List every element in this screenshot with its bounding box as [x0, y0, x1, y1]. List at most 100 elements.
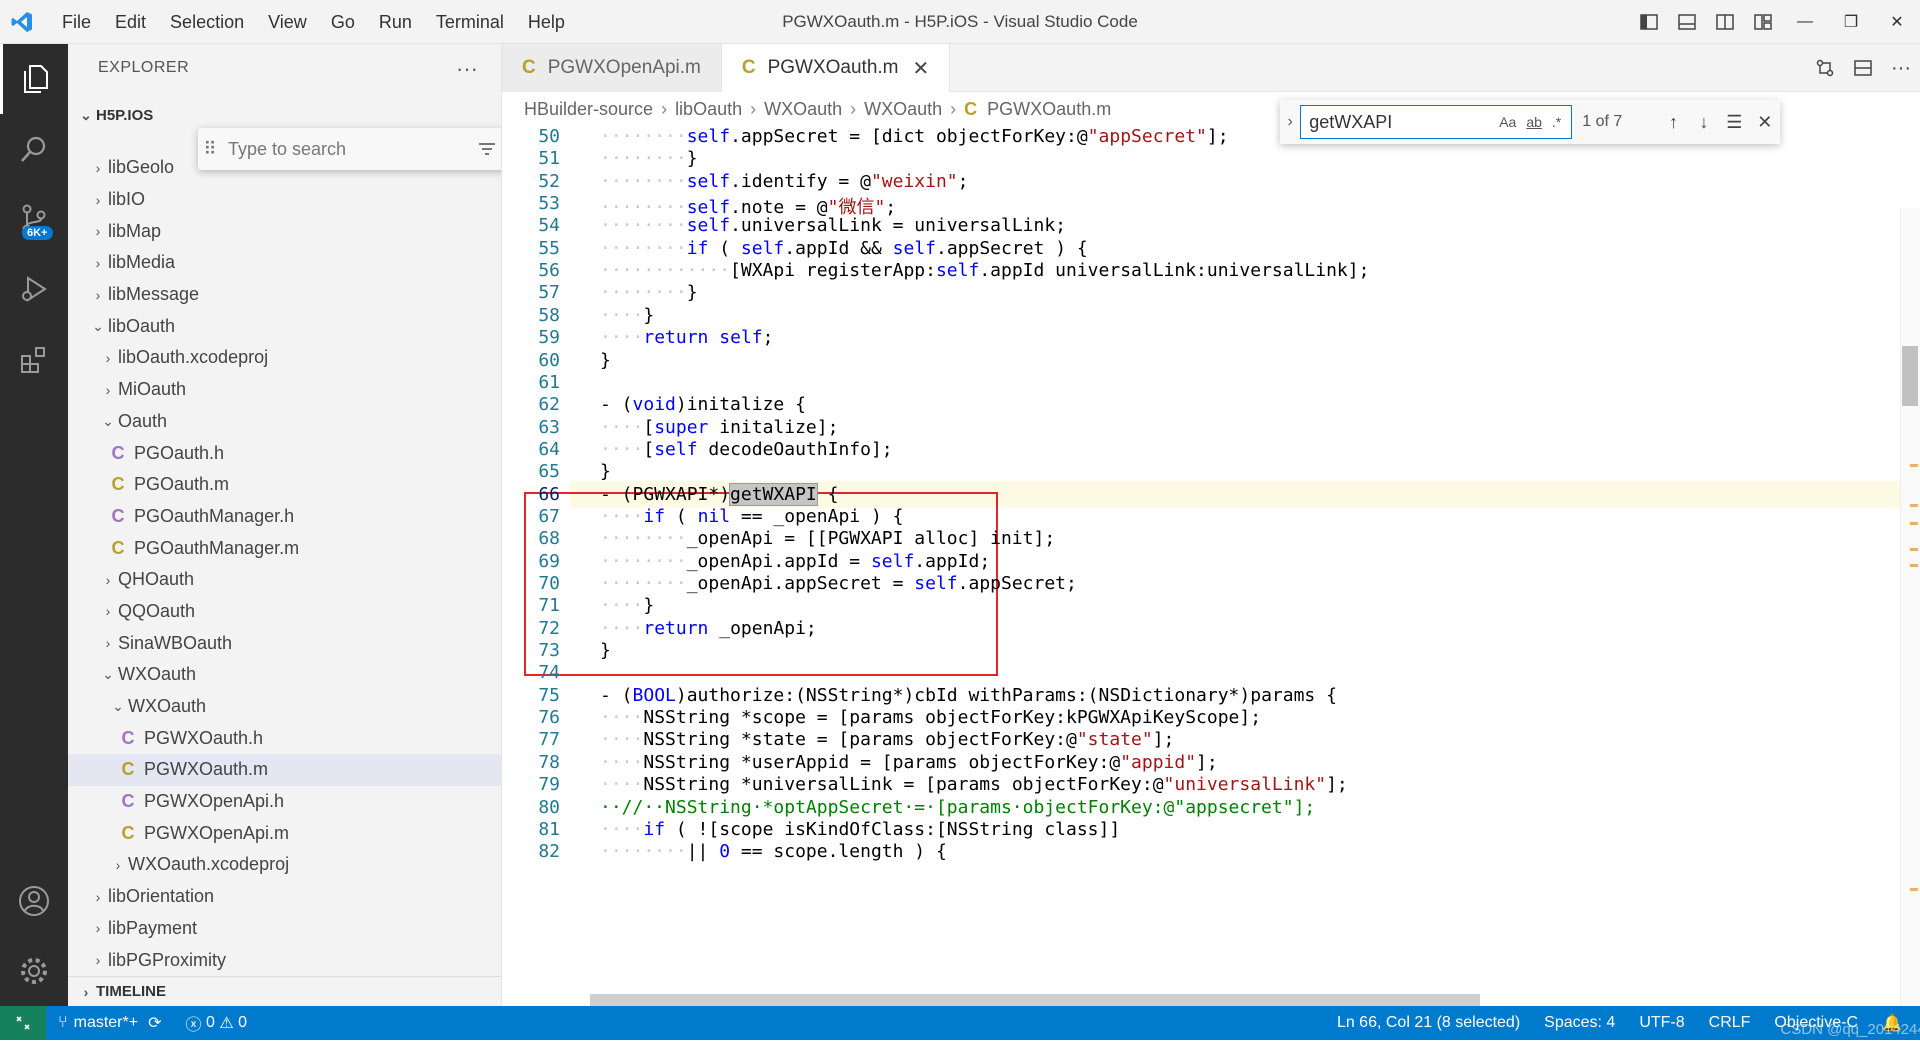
- code-line[interactable]: ········_openApi.appSecret = self.appSec…: [600, 573, 1077, 594]
- tab-pgwxopenapi[interactable]: C PGWXOpenApi.m: [502, 44, 722, 92]
- language-mode[interactable]: Objective-C CSDN @qq_20142447: [1762, 1013, 1920, 1038]
- code-line[interactable]: ········_openApi = [[PGWXAPI alloc] init…: [600, 528, 1055, 549]
- workspace-section[interactable]: ⌄ H5P.IOS: [68, 100, 501, 130]
- source-control-icon[interactable]: 6K+: [0, 184, 68, 254]
- breadcrumb-item[interactable]: PGWXOauth.m: [987, 99, 1111, 120]
- tree-folder[interactable]: ⌄ WXOauth: [68, 659, 501, 691]
- code-line[interactable]: ········self.appSecret = [dict objectFor…: [600, 126, 1229, 147]
- code-line[interactable]: ····}: [600, 305, 654, 326]
- code-line[interactable]: }: [600, 350, 611, 371]
- tree-file[interactable]: C PGWXOpenApi.m: [68, 817, 501, 849]
- customize-layout-icon[interactable]: [1744, 0, 1782, 44]
- tree-file[interactable]: C PGOauth.m: [68, 469, 501, 501]
- tree-folder[interactable]: ⌄ Oauth: [68, 406, 501, 438]
- line-ending[interactable]: CRLF: [1697, 1013, 1763, 1033]
- split-editor-icon[interactable]: [1844, 46, 1882, 90]
- cursor-position[interactable]: Ln 66, Col 21 (8 selected): [1325, 1013, 1532, 1033]
- match-word-toggle[interactable]: ab: [1526, 114, 1542, 130]
- code-line[interactable]: ········_openApi.appId = self.appId;: [600, 551, 990, 572]
- horizontal-scrollbar[interactable]: [590, 994, 1480, 1006]
- tab-pgwxoauth[interactable]: C PGWXOauth.m ✕: [721, 44, 951, 92]
- code-line[interactable]: ····if ( ![scope isKindOfClass:[NSString…: [600, 819, 1120, 840]
- more-actions-icon[interactable]: ···: [456, 56, 478, 82]
- indentation[interactable]: Spaces: 4: [1532, 1013, 1627, 1033]
- code-line[interactable]: - (void)initalize {: [600, 394, 806, 415]
- compare-changes-icon[interactable]: [1806, 46, 1844, 90]
- code-line[interactable]: }: [600, 640, 611, 661]
- tree-file[interactable]: C PGWXOpenApi.h: [68, 786, 501, 818]
- search-icon[interactable]: [0, 114, 68, 184]
- code-line[interactable]: ····NSString *userAppid = [params object…: [600, 752, 1218, 773]
- tree-folder[interactable]: › QQOauth: [68, 596, 501, 628]
- code-line[interactable]: ····if ( nil == _openApi ) {: [600, 506, 903, 527]
- tree-folder[interactable]: › libMessage: [68, 279, 501, 311]
- code-line[interactable]: }: [600, 461, 611, 482]
- tree-folder[interactable]: › libMap: [68, 215, 501, 247]
- branch-indicator[interactable]: ⑂ master*+ ⟳: [46, 1013, 173, 1033]
- code-line[interactable]: ········|| 0 == scope.length ) {: [600, 841, 947, 862]
- restore-button[interactable]: ❐: [1828, 0, 1874, 44]
- code-line[interactable]: ········}: [600, 148, 698, 169]
- code-line[interactable]: ····NSString *state = [params objectForK…: [600, 729, 1174, 750]
- next-match-icon[interactable]: ↓: [1689, 112, 1719, 133]
- code-line[interactable]: ········}: [600, 282, 698, 303]
- close-tab-icon[interactable]: ✕: [913, 56, 930, 81]
- code-line[interactable]: ····[super initalize];: [600, 417, 838, 438]
- run-debug-icon[interactable]: [0, 254, 68, 324]
- breadcrumb-item[interactable]: HBuilder-source: [524, 99, 653, 120]
- close-find-widget-icon[interactable]: ✕: [1750, 112, 1780, 133]
- code-line[interactable]: ··//··NSString·*optAppSecret·=·[params·o…: [600, 797, 1315, 818]
- tree-folder[interactable]: › libIO: [68, 184, 501, 216]
- toggle-panel-icon[interactable]: [1668, 0, 1706, 44]
- tree-folder[interactable]: › libOauth.xcodeproj: [68, 342, 501, 374]
- code-editor[interactable]: 50 ········self.appSecret = [dict objectF…: [502, 126, 1920, 1006]
- code-line[interactable]: ····NSString *universalLink = [params ob…: [600, 774, 1348, 795]
- find-in-selection-icon[interactable]: ☰: [1719, 112, 1749, 133]
- breadcrumb-item[interactable]: WXOauth: [764, 99, 842, 120]
- code-line[interactable]: ····}: [600, 595, 654, 616]
- tree-file[interactable]: C PGWXOauth.h: [68, 722, 501, 754]
- menu-file[interactable]: File: [50, 0, 103, 44]
- encoding[interactable]: UTF-8: [1627, 1013, 1696, 1033]
- code-line[interactable]: ····return _openApi;: [600, 618, 817, 639]
- toggle-secondary-sidebar-icon[interactable]: [1706, 0, 1744, 44]
- drag-handle-icon[interactable]: ⠿: [198, 139, 222, 160]
- toggle-replace-icon[interactable]: ›: [1280, 113, 1300, 131]
- menu-run[interactable]: Run: [367, 0, 424, 44]
- menu-view[interactable]: View: [256, 0, 319, 44]
- tree-folder[interactable]: › libPGProximity: [68, 944, 501, 976]
- accounts-icon[interactable]: [0, 866, 68, 936]
- code-line[interactable]: ····[self decodeOauthInfo];: [600, 439, 893, 460]
- find-input[interactable]: getWXAPI Aa ab .*: [1300, 105, 1573, 139]
- vertical-scrollbar[interactable]: [1900, 208, 1920, 1006]
- code-line[interactable]: - (BOOL)authorize:(NSString*)cbId withPa…: [600, 685, 1337, 706]
- menu-terminal[interactable]: Terminal: [424, 0, 516, 44]
- timeline-section[interactable]: › TIMELINE: [68, 976, 501, 1006]
- filter-icon[interactable]: [470, 132, 501, 166]
- tree-folder[interactable]: › libPayment: [68, 913, 501, 945]
- explorer-search-input[interactable]: Type to search: [222, 139, 470, 160]
- breadcrumb-item[interactable]: WXOauth: [864, 99, 942, 120]
- remote-icon[interactable]: [0, 1006, 46, 1040]
- menu-go[interactable]: Go: [319, 0, 367, 44]
- scrollbar-thumb[interactable]: [1902, 346, 1918, 406]
- editor-more-icon[interactable]: ···: [1882, 46, 1920, 90]
- tree-folder[interactable]: ⌄ WXOauth: [68, 691, 501, 723]
- code-line[interactable]: ········self.universalLink = universalLi…: [600, 215, 1066, 236]
- code-line[interactable]: - (PGWXAPI*)getWXAPI {: [600, 482, 838, 506]
- minimize-button[interactable]: —: [1782, 0, 1828, 44]
- tree-folder[interactable]: › MiOauth: [68, 374, 501, 406]
- tree-file[interactable]: C PGWXOauth.m: [68, 754, 501, 786]
- code-line[interactable]: ········if ( self.appId && self.appSecre…: [600, 238, 1088, 259]
- tree-file[interactable]: C PGOauthManager.h: [68, 501, 501, 533]
- menu-help[interactable]: Help: [516, 0, 577, 44]
- sync-icon[interactable]: ⟳: [148, 1013, 161, 1033]
- match-case-toggle[interactable]: Aa: [1499, 114, 1516, 130]
- breadcrumb-item[interactable]: libOauth: [675, 99, 742, 120]
- tree-file[interactable]: C PGOauthManager.m: [68, 532, 501, 564]
- close-window-button[interactable]: ✕: [1874, 0, 1920, 44]
- tree-folder[interactable]: › QHOauth: [68, 564, 501, 596]
- code-line[interactable]: ····return self;: [600, 327, 773, 348]
- problems-indicator[interactable]: ⓧ 0 ⚠ 0: [173, 1011, 259, 1035]
- tree-folder[interactable]: › WXOauth.xcodeproj: [68, 849, 501, 881]
